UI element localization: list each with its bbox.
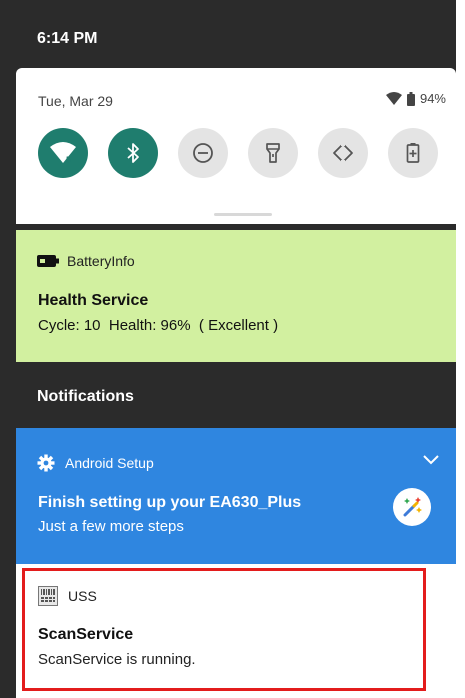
setup-notification-subtitle: Just a few more steps [38,518,184,535]
notification-shade: 6:14 PM Tue, Mar 29 94% 5 BatteryInfo He… [0,0,456,698]
battery-saver-icon [406,143,420,163]
barcode-scanner-icon [38,586,58,606]
quick-settings-tiles: 5 [38,128,438,178]
notifications-heading: Notifications [37,388,134,405]
quick-settings-panel: Tue, Mar 29 94% 5 [16,68,456,224]
wifi-tile[interactable]: 5 [38,128,88,178]
battery-percent: 94% [419,91,446,106]
battery-notification[interactable]: BatteryInfo Health Service Cycle: 10 Hea… [16,230,456,362]
uss-notification[interactable]: USS ScanService ScanService is running. [16,564,456,698]
uss-notification-header: USS [38,586,97,606]
svg-text:5: 5 [66,155,71,165]
setup-notification-header: Android Setup [37,454,154,472]
auto-rotate-tile[interactable] [318,128,368,178]
uss-notification-subtitle: ScanService is running. [38,651,196,668]
do-not-disturb-tile[interactable] [178,128,228,178]
uss-notification-title: ScanService [38,626,134,643]
status-time: 6:14 PM [37,30,98,47]
wifi-status-icon [385,92,402,105]
setup-app-name: Android Setup [65,455,154,471]
setup-notification-title: Finish setting up your EA630_Plus [38,494,302,511]
bluetooth-tile[interactable] [108,128,158,178]
battery-notification-detail: Cycle: 10 Health: 96% ( Excellent ) [38,317,279,334]
qs-status: 94% [385,91,446,106]
wifi-icon: 5 [50,142,76,165]
uss-app-name: USS [68,588,97,604]
settings-gear-icon [37,454,55,472]
battery-notification-header: BatteryInfo [37,253,135,269]
chevron-down-icon [423,455,439,465]
battery-status-icon [406,91,415,106]
battery-notification-title: Health Service [38,292,149,309]
android-setup-notification[interactable]: Android Setup Finish setting up your EA6… [16,428,456,564]
battery-app-name: BatteryInfo [67,253,135,269]
qs-date: Tue, Mar 29 [38,93,113,109]
auto-rotate-icon [333,142,353,164]
magic-wand-icon [393,488,431,526]
do-not-disturb-icon [193,143,213,163]
flashlight-tile[interactable] [248,128,298,178]
drag-handle[interactable] [214,213,272,216]
status-bar: 6:14 PM [0,0,456,68]
bluetooth-icon [127,143,139,163]
battery-app-icon [37,255,59,267]
expand-chevron-button[interactable] [422,452,440,470]
battery-saver-tile[interactable] [388,128,438,178]
flashlight-icon [266,143,280,163]
